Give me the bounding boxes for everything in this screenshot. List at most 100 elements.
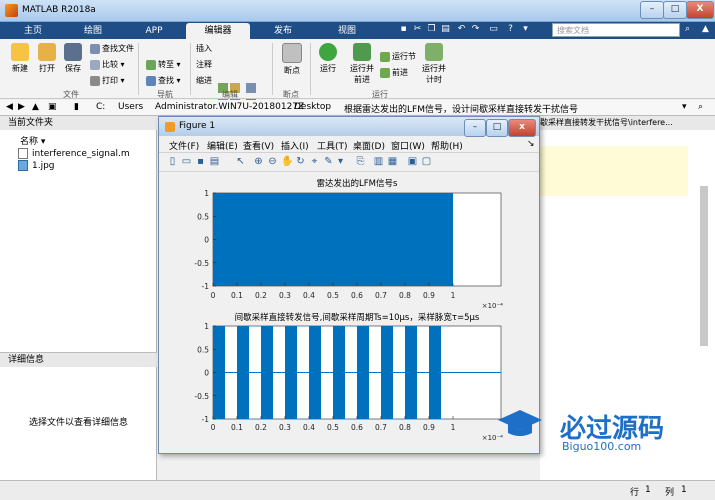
breakpoints-button[interactable]: 断点 xyxy=(272,43,312,76)
advance-icon xyxy=(380,67,390,78)
dropdown-quick-icon[interactable]: ▾ xyxy=(520,24,531,35)
copy-quick-icon[interactable]: ❐ xyxy=(426,24,437,35)
figure-minimize-button[interactable]: – xyxy=(464,119,486,137)
insert-label: 插入 xyxy=(196,44,212,53)
close-button[interactable]: X xyxy=(686,1,714,19)
find-button[interactable]: 查找 ▾ xyxy=(146,75,181,86)
expand-ribbon-icon[interactable]: ▲ xyxy=(700,24,711,35)
pointer-icon[interactable]: ↖ xyxy=(235,156,246,167)
new-figure-icon[interactable]: ▯ xyxy=(167,156,178,167)
menu-view[interactable]: 查看(V) xyxy=(243,139,274,152)
zoom-out-icon[interactable]: ⊖ xyxy=(267,156,278,167)
figure-plots[interactable]: 雷达发出的LFM信号s 0 0.1 0.2 0.3 0.4 0.5 0.6 0.7 0.8 0.9 1… xyxy=(161,173,537,451)
menu-dock-icon[interactable]: ↘ xyxy=(527,139,535,149)
x-tick-label: 0.7 xyxy=(375,291,387,300)
tab-view[interactable]: 视图 xyxy=(316,23,378,39)
menu-window[interactable]: 窗口(W) xyxy=(391,139,425,152)
minimize-button[interactable]: – xyxy=(640,1,664,19)
insert-button[interactable]: 插入 xyxy=(196,43,212,54)
tab-editor[interactable]: 编辑器 xyxy=(186,23,250,39)
crumb-desktop[interactable]: Desktop xyxy=(294,102,331,112)
switch-windows-icon[interactable]: ▭ xyxy=(488,24,499,35)
goto-button[interactable]: 转至 ▾ xyxy=(146,59,181,70)
compare-button[interactable]: 比较 ▾ xyxy=(90,59,125,70)
browse-icon[interactable]: ▣ xyxy=(48,102,57,112)
file-name: interference_signal.m xyxy=(32,149,130,159)
pan-icon[interactable]: ✋ xyxy=(281,156,293,167)
run-and-advance-button[interactable]: 运行并 前进 xyxy=(342,43,382,85)
figure-canvas[interactable]: 雷达发出的LFM信号s 0 0.1 0.2 0.3 0.4 0.5 0.6 0.7 0.8 0.9 1… xyxy=(161,173,537,451)
comment-label: 注释 xyxy=(196,60,212,69)
cut-quick-icon[interactable]: ✂ xyxy=(412,24,423,35)
figure-title-bar[interactable]: Figure 1 – □ x xyxy=(159,117,539,137)
crumb-drive[interactable]: C: xyxy=(96,102,105,112)
print-icon xyxy=(90,75,100,86)
tab-apps[interactable]: APP xyxy=(124,23,184,39)
axes-lfm-signal[interactable]: 雷达发出的LFM信号s 0 0.1 0.2 0.3 0.4 0.5 0.6 0.7 0.8 0.9 1… xyxy=(194,178,503,310)
brush-dropdown-icon[interactable]: ▾ xyxy=(335,156,346,167)
run-and-time-button[interactable]: 运行并 计时 xyxy=(414,43,454,85)
search-icon[interactable]: ⌕ xyxy=(682,24,693,35)
crumb-project[interactable]: 根据雷达发出的LFM信号，设计间歇采样直接转发干扰信号 xyxy=(344,102,578,115)
x-tick-label: 0.5 xyxy=(327,291,339,300)
forward-icon[interactable]: ▶ xyxy=(18,102,25,112)
show-plot-tools-icon[interactable]: ▢ xyxy=(421,156,432,167)
legend-icon[interactable]: ▦ xyxy=(387,156,398,167)
search-documentation-input[interactable]: 搜索文档 xyxy=(552,23,680,37)
tab-home[interactable]: 主页 xyxy=(4,23,62,39)
indent-button[interactable]: 缩进 xyxy=(196,75,212,86)
x-tick-label: 0 xyxy=(211,291,216,300)
crumb-admin[interactable]: Administrator.WIN7U-20180127Z xyxy=(155,102,304,112)
help-quick-icon[interactable]: ? xyxy=(505,24,516,35)
axes-interrupted-sampling[interactable]: 间歇采样直接转发信号,间歇采样周期Ts=10μs，采样脉宽τ=5μs 0 0.1 0.… xyxy=(194,312,503,442)
menu-insert[interactable]: 插入(I) xyxy=(281,139,309,152)
find-files-button[interactable]: 查找文件 xyxy=(90,43,134,54)
advance-button[interactable]: 前进 xyxy=(380,67,408,78)
menu-file[interactable]: 文件(F) xyxy=(169,139,199,152)
menu-help[interactable]: 帮助(H) xyxy=(431,139,463,152)
brush-icon[interactable]: ✎ xyxy=(323,156,334,167)
up-folder-icon[interactable]: ▲ xyxy=(32,102,39,112)
undo-quick-icon[interactable]: ↶ xyxy=(456,24,467,35)
menu-desktop[interactable]: 桌面(D) xyxy=(353,139,385,152)
colorbar-icon[interactable]: ▥ xyxy=(373,156,384,167)
print-button[interactable]: 打印 ▾ xyxy=(90,75,125,86)
figure-close-button[interactable]: x xyxy=(508,119,536,137)
zoom-in-icon[interactable]: ⊕ xyxy=(253,156,264,167)
run-and-advance-label-2: 前进 xyxy=(354,75,370,84)
figure-maximize-button[interactable]: □ xyxy=(486,119,508,137)
comment-button[interactable]: 注释 xyxy=(196,59,212,70)
save-button[interactable]: 保存 xyxy=(53,43,93,74)
rotate-icon[interactable]: ↻ xyxy=(295,156,306,167)
back-icon[interactable]: ◀ xyxy=(6,102,13,112)
save-quick-icon[interactable]: ▪ xyxy=(398,24,409,35)
print-figure-icon[interactable]: ▤ xyxy=(209,156,220,167)
tab-publish[interactable]: 发布 xyxy=(252,23,314,39)
maximize-button[interactable]: □ xyxy=(663,1,687,19)
x-tick-label: 0.6 xyxy=(351,423,363,432)
run-section-button[interactable]: 运行节 xyxy=(380,51,416,62)
file-item[interactable]: 1.jpg xyxy=(18,160,55,171)
file-item[interactable]: interference_signal.m xyxy=(18,148,130,159)
figure-window[interactable]: Figure 1 – □ x 文件(F) 编辑(E) 查看(V) 插入(I) 工… xyxy=(158,116,540,454)
status-row-label: 行 xyxy=(630,488,640,498)
group-label-edit: 编辑 xyxy=(222,90,238,99)
menu-edit[interactable]: 编辑(E) xyxy=(207,139,238,152)
menu-tools[interactable]: 工具(T) xyxy=(317,139,348,152)
tab-plots[interactable]: 绘图 xyxy=(64,23,122,39)
details-hint: 选择文件以查看详细信息 xyxy=(28,418,128,428)
link-plot-icon[interactable]: ⎘ xyxy=(355,156,366,167)
crumb-users[interactable]: Users xyxy=(118,102,143,112)
edit-tool-icon[interactable] xyxy=(246,83,256,93)
paste-quick-icon[interactable]: ▤ xyxy=(440,24,451,35)
search-folder-icon[interactable]: ⌕ xyxy=(698,102,703,112)
editor-scrollbar[interactable] xyxy=(700,186,708,346)
redo-quick-icon[interactable]: ↷ xyxy=(470,24,481,35)
save-figure-icon[interactable]: ▪ xyxy=(195,156,206,167)
data-cursor-icon[interactable]: ⌖ xyxy=(309,156,320,167)
address-dropdown-icon[interactable]: ▾ xyxy=(682,102,687,112)
hide-plot-tools-icon[interactable]: ▣ xyxy=(407,156,418,167)
editor-tab-title[interactable]: 歇采样直接转发干扰信号\interfere... xyxy=(540,116,715,130)
name-column-header[interactable]: 名称 ▾ xyxy=(20,134,45,147)
open-file-icon[interactable]: ▭ xyxy=(181,156,192,167)
